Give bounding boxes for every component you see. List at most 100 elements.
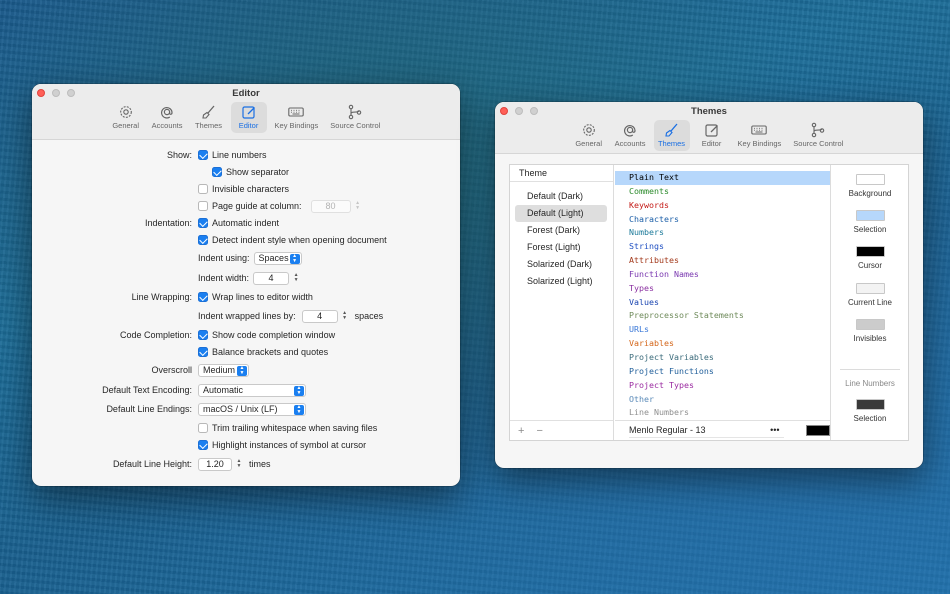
theme-item[interactable]: Solarized (Dark) — [515, 256, 607, 273]
checkbox-box[interactable] — [198, 440, 208, 450]
swatch-selection[interactable]: Selection — [832, 210, 908, 234]
tab-accounts[interactable]: Accounts — [611, 120, 650, 151]
syntax-element-row[interactable]: Keywords — [615, 199, 830, 213]
row-page-guide: Page guide at column: 80 ▲ ▼ — [32, 198, 460, 214]
color-well[interactable] — [855, 246, 885, 257]
color-well[interactable] — [855, 210, 885, 221]
indent-wrapped-field[interactable]: 4 — [301, 309, 338, 323]
swatch-label: Current Line — [847, 298, 893, 307]
tab-source-control[interactable]: Source Control — [326, 102, 384, 133]
preferences-toolbar: General Accounts Themes Editor Key Bindi… — [495, 120, 923, 151]
syntax-element-row[interactable]: Preprocessor Statements — [615, 309, 830, 323]
checkbox-box[interactable] — [198, 235, 208, 245]
tab-themes[interactable]: Themes — [653, 120, 690, 151]
theme-item[interactable]: Forest (Light) — [515, 239, 607, 256]
show-completion-checkbox[interactable]: Show code completion window — [198, 330, 335, 340]
checkbox-box[interactable] — [198, 347, 208, 357]
page-guide-checkbox[interactable]: Page guide at column: 80 ▲ ▼ — [198, 199, 362, 213]
checkbox-label: Page guide at column: — [212, 201, 302, 211]
color-well[interactable] — [855, 319, 885, 330]
syntax-element-row[interactable]: Project Variables — [615, 351, 830, 365]
syntax-element-row[interactable]: Values — [615, 296, 830, 310]
checkbox-box[interactable] — [198, 292, 208, 302]
line-endings-popup[interactable]: macOS / Unix (LF) ▲ ▼ — [198, 402, 306, 416]
syntax-element-row[interactable]: Types — [615, 282, 830, 296]
indent-using-popup[interactable]: Spaces ▲ ▼ — [253, 251, 302, 265]
automatic-indent-checkbox[interactable]: Automatic indent — [198, 218, 279, 228]
add-theme-button[interactable]: + — [518, 425, 524, 437]
line-numbers-checkbox[interactable]: Line numbers — [198, 150, 267, 160]
wrap-lines-checkbox[interactable]: Wrap lines to editor width — [198, 292, 313, 302]
syntax-element-row[interactable]: URLs — [615, 323, 830, 337]
editor-preferences-window: Editor General Accounts Themes Editor Ke… — [32, 84, 460, 486]
show-separator-checkbox[interactable]: Show separator — [212, 167, 289, 177]
font-selector[interactable]: Menlo Regular - 13 ••• — [629, 424, 784, 438]
swatch-cursor[interactable]: Cursor — [832, 246, 908, 270]
tab-key-bindings[interactable]: Key Bindings — [734, 120, 786, 151]
checkbox-box[interactable] — [198, 184, 208, 194]
edit-pencil-icon — [704, 124, 718, 137]
checkbox-box[interactable] — [212, 167, 222, 177]
theme-item[interactable]: Default (Dark) — [515, 188, 607, 205]
checkbox-box[interactable] — [198, 423, 208, 433]
indent-width-field[interactable]: 4 — [253, 271, 290, 285]
syntax-element-row[interactable]: Function Names — [615, 268, 830, 282]
chevron-updown-icon: ▲ ▼ — [294, 404, 304, 415]
color-well[interactable] — [855, 399, 885, 410]
swatch-current-line[interactable]: Current Line — [832, 283, 908, 307]
tab-themes[interactable]: Themes — [191, 102, 227, 133]
highlight-instances-checkbox[interactable]: Highlight instances of symbol at cursor — [198, 440, 366, 450]
syntax-element-row[interactable]: Characters — [615, 213, 830, 227]
color-well[interactable] — [855, 283, 885, 294]
swatch-label: Cursor — [857, 261, 882, 270]
invisible-characters-checkbox[interactable]: Invisible characters — [198, 184, 289, 194]
syntax-element-row[interactable]: Attributes — [615, 254, 830, 268]
syntax-element-row[interactable]: Variables — [615, 337, 830, 351]
theme-item-selected[interactable]: Default (Light) — [515, 205, 607, 222]
tab-source-control[interactable]: Source Control — [789, 120, 847, 151]
row-line-height: Default Line Height: 1.20 ▲ ▼ times — [32, 456, 460, 472]
balance-brackets-checkbox[interactable]: Balance brackets and quotes — [198, 347, 328, 357]
theme-item[interactable]: Forest (Dark) — [515, 222, 607, 239]
row-indent-width: Indent width: 4 ▲ ▼ — [32, 270, 460, 286]
font-color-well[interactable] — [805, 425, 830, 436]
swatch-invisibles[interactable]: Invisibles — [832, 319, 908, 343]
trim-whitespace-checkbox[interactable]: Trim trailing whitespace when saving fil… — [198, 423, 377, 433]
syntax-element-row[interactable]: Plain Text — [615, 171, 830, 185]
indent-width-stepper[interactable]: ▲ ▼ — [292, 272, 300, 285]
syntax-element-row[interactable]: Line Numbers — [615, 406, 830, 420]
checkbox-box[interactable] — [198, 218, 208, 228]
page-guide-column-field[interactable]: 80 — [310, 199, 351, 213]
syntax-element-row[interactable]: Other — [615, 393, 830, 407]
syntax-element-row[interactable]: Project Types — [615, 379, 830, 393]
text-encoding-popup[interactable]: Automatic ▲ ▼ — [198, 383, 306, 397]
checkbox-box[interactable] — [198, 201, 208, 211]
page-guide-stepper[interactable]: ▲ ▼ — [354, 200, 362, 213]
line-height-stepper[interactable]: ▲ ▼ — [235, 458, 243, 471]
swatch-line-number-selection[interactable]: Selection — [832, 399, 908, 423]
checkbox-box[interactable] — [198, 150, 208, 160]
tab-general[interactable]: General — [571, 120, 607, 151]
swatch-background[interactable]: Background — [832, 174, 908, 198]
line-height-field[interactable]: 1.20 — [198, 457, 232, 471]
swatch-label: Selection — [853, 414, 887, 423]
detect-indent-checkbox[interactable]: Detect indent style when opening documen… — [198, 235, 387, 245]
tab-accounts[interactable]: Accounts — [148, 102, 187, 133]
more-options-button[interactable]: ••• — [770, 425, 779, 435]
remove-theme-button[interactable]: − — [536, 425, 542, 437]
theme-item[interactable]: Solarized (Light) — [515, 273, 607, 290]
indent-wrapped-stepper[interactable]: ▲ ▼ — [341, 310, 349, 323]
tab-general[interactable]: General — [108, 102, 144, 133]
overscroll-popup[interactable]: Medium ▲ ▼ — [198, 363, 249, 377]
syntax-element-row[interactable]: Strings — [615, 240, 830, 254]
checkbox-box[interactable] — [198, 330, 208, 340]
syntax-element-row[interactable]: Numbers — [615, 226, 830, 240]
tab-key-bindings[interactable]: Key Bindings — [271, 102, 323, 133]
syntax-element-row[interactable]: Project Functions — [615, 365, 830, 379]
checkbox-label: Wrap lines to editor width — [212, 292, 313, 302]
tab-editor[interactable]: Editor — [694, 120, 730, 151]
popup-value: macOS / Unix (LF) — [203, 404, 278, 414]
syntax-element-row[interactable]: Comments — [615, 185, 830, 199]
tab-editor[interactable]: Editor — [230, 102, 267, 133]
color-well[interactable] — [855, 174, 885, 185]
